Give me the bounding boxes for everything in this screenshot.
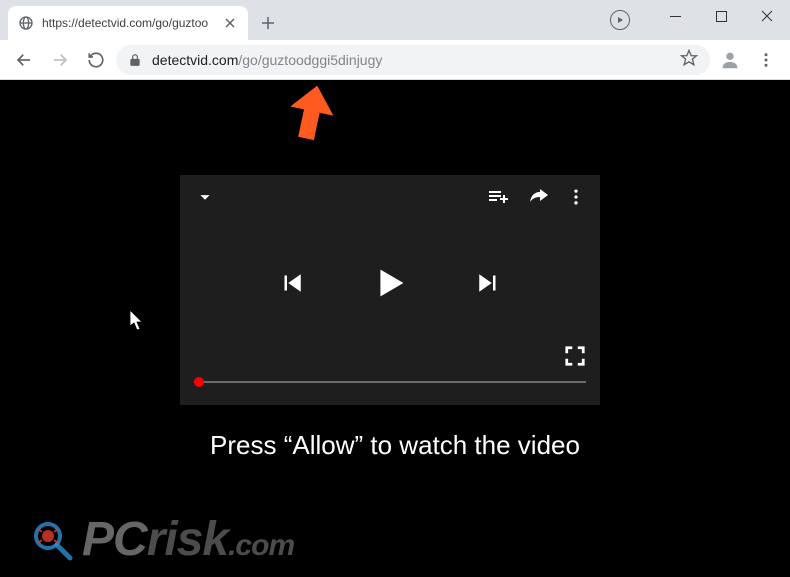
page-content: Press “Allow” to watch the video PCrisk.… xyxy=(0,80,790,577)
player-controls xyxy=(180,260,600,306)
cursor-icon xyxy=(130,310,146,337)
pointer-arrow-icon xyxy=(283,85,339,150)
url-text: detectvid.com/go/guztoodggi5dinjugy xyxy=(152,52,382,68)
progress-handle[interactable] xyxy=(194,377,204,387)
skip-next-icon[interactable] xyxy=(473,268,503,298)
playlist-add-icon[interactable] xyxy=(486,185,510,209)
browser-menu-button[interactable] xyxy=(750,44,782,76)
profile-button[interactable] xyxy=(714,44,746,76)
bookmark-star-icon[interactable] xyxy=(680,49,698,70)
player-top-bar xyxy=(180,175,600,213)
tab-title: https://detectvid.com/go/guztoo xyxy=(42,16,214,30)
magnifier-bug-icon xyxy=(32,520,72,560)
browser-tab[interactable]: https://detectvid.com/go/guztoo xyxy=(8,6,248,40)
video-player[interactable] xyxy=(180,175,600,405)
url-path: /go/guztoodggi5dinjugy xyxy=(238,52,382,68)
more-vert-icon[interactable] xyxy=(566,187,586,207)
play-icon[interactable] xyxy=(367,260,413,306)
browser-toolbar: detectvid.com/go/guztoodggi5dinjugy xyxy=(0,40,790,80)
url-domain: detectvid.com xyxy=(152,52,238,68)
media-playing-indicator[interactable] xyxy=(610,10,630,30)
progress-bar[interactable] xyxy=(194,381,586,383)
watermark: PCrisk.com xyxy=(32,512,294,567)
back-button[interactable] xyxy=(8,44,40,76)
window-controls xyxy=(652,0,790,32)
maximize-window-button[interactable] xyxy=(698,0,744,32)
close-window-button[interactable] xyxy=(744,0,790,32)
skip-previous-icon[interactable] xyxy=(277,268,307,298)
reload-button[interactable] xyxy=(80,44,112,76)
minimize-player-icon[interactable] xyxy=(194,186,216,208)
globe-icon xyxy=(18,15,34,31)
fullscreen-icon[interactable] xyxy=(564,345,586,367)
watermark-text: PCrisk.com xyxy=(82,512,294,567)
share-icon[interactable] xyxy=(526,185,550,209)
minimize-window-button[interactable] xyxy=(652,0,698,32)
close-tab-button[interactable] xyxy=(222,15,238,31)
lock-icon xyxy=(128,53,142,67)
new-tab-button[interactable] xyxy=(254,9,282,37)
address-bar[interactable]: detectvid.com/go/guztoodggi5dinjugy xyxy=(116,45,710,75)
allow-caption: Press “Allow” to watch the video xyxy=(0,430,790,461)
forward-button[interactable] xyxy=(44,44,76,76)
